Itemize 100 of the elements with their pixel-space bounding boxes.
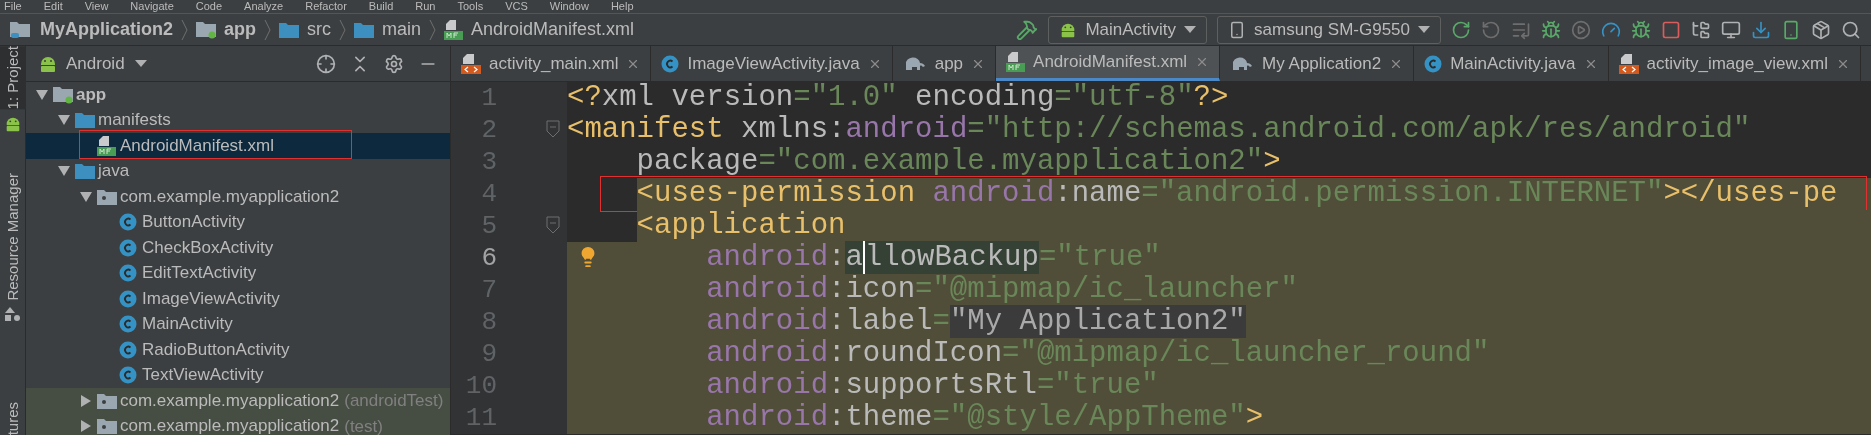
menu-item[interactable]: VCS bbox=[505, 0, 528, 13]
editor-tab[interactable]: activity_image_view.xml bbox=[1608, 46, 1861, 81]
breadcrumb[interactable]: src bbox=[307, 16, 332, 43]
restart-icon[interactable] bbox=[1481, 19, 1501, 40]
tree-item[interactable]: MainActivity bbox=[26, 311, 450, 337]
folder-icon bbox=[279, 21, 300, 38]
menu-item[interactable]: File bbox=[4, 0, 22, 13]
chevron-icon bbox=[339, 18, 347, 41]
tree-item[interactable]: com.example.myapplication2 (test) bbox=[26, 413, 450, 435]
class-icon bbox=[119, 340, 137, 359]
code-line: android:theme="@style/AppTheme"> bbox=[706, 405, 1264, 431]
class-icon bbox=[119, 238, 137, 257]
tree-item[interactable]: ButtonActivity bbox=[26, 209, 450, 235]
menu-item[interactable]: Navigate bbox=[130, 0, 174, 13]
code-line: android:roundIcon="@mipmap/ic_launcher_round" bbox=[706, 341, 1490, 367]
code-line: android:icon="@mipmap/ic_launcher" bbox=[706, 277, 1298, 303]
module-folder-icon bbox=[53, 85, 73, 104]
module-folder-icon bbox=[196, 20, 216, 39]
tree-item-label: RadioButtonActivity bbox=[142, 339, 290, 360]
tree-item-label: ImageViewActivity bbox=[142, 288, 280, 309]
menu-item[interactable]: Refactor bbox=[305, 0, 347, 13]
tree-item-label: com.example.myapplication2 bbox=[120, 390, 340, 411]
menu-item[interactable]: View bbox=[84, 0, 109, 13]
stop-icon[interactable] bbox=[1661, 19, 1681, 40]
expanded-arrow-icon[interactable] bbox=[58, 114, 70, 127]
editor-tab[interactable]: MainActivity.java bbox=[1414, 46, 1609, 81]
collapsed-arrow-icon[interactable] bbox=[80, 420, 92, 433]
code-line: <?xml version="1.0" encoding="utf-8"?> bbox=[567, 85, 1229, 111]
locate-icon[interactable] bbox=[316, 53, 336, 74]
breadcrumb[interactable]: AndroidManifest.xml bbox=[471, 16, 635, 43]
device-dropdown[interactable]: samsung SM-G9550 bbox=[1217, 15, 1441, 44]
tree-item-label: MainActivity bbox=[142, 314, 233, 335]
editor-tab[interactable]: activity_main.xml bbox=[451, 46, 652, 81]
menu-item[interactable]: Window bbox=[549, 0, 589, 13]
tree-item-suffix: (test) bbox=[344, 415, 383, 435]
breadcrumb[interactable]: MyApplication2 bbox=[40, 16, 173, 43]
tree-item[interactable]: RadioButtonActivity bbox=[26, 337, 450, 363]
chevron-icon bbox=[429, 18, 437, 41]
apply-changes-icon[interactable] bbox=[1451, 19, 1471, 40]
tree-item[interactable]: manifests bbox=[26, 107, 450, 133]
menu-item[interactable]: Analyze bbox=[244, 0, 284, 13]
tool-window-tab[interactable]: 1: Project bbox=[0, 46, 26, 110]
folder-icon bbox=[75, 163, 95, 180]
tree-item-label: manifests bbox=[98, 110, 171, 131]
class-icon bbox=[119, 264, 137, 283]
tree-item[interactable]: CheckBoxActivity bbox=[26, 235, 450, 261]
editor-tab[interactable]: ImageViewActivity.java bbox=[651, 46, 893, 81]
breadcrumb[interactable]: main bbox=[382, 16, 422, 43]
menu-item[interactable]: Edit bbox=[43, 0, 63, 13]
chevron-icon bbox=[264, 18, 272, 41]
xml-file-icon bbox=[461, 53, 481, 74]
tool-window-tab[interactable]: tures bbox=[0, 401, 26, 435]
code-line: package="com.example.myapplication2"> bbox=[636, 149, 1281, 175]
package-icon[interactable] bbox=[1811, 19, 1831, 40]
settings-icon[interactable] bbox=[384, 53, 404, 74]
tree-item[interactable]: EditTextActivity bbox=[26, 260, 450, 286]
tree-item-label: TextViewActivity bbox=[142, 365, 264, 386]
elephant-icon bbox=[1230, 55, 1255, 72]
breadcrumb[interactable]: app bbox=[224, 16, 257, 43]
package-folder-icon bbox=[97, 188, 117, 205]
tree-item-label: java bbox=[98, 161, 130, 182]
expanded-arrow-icon[interactable] bbox=[58, 165, 70, 178]
tree-item[interactable]: AndroidManifest.xml bbox=[26, 133, 450, 159]
expanded-arrow-icon[interactable] bbox=[36, 88, 48, 101]
tool-window-tab[interactable]: Resource Manager bbox=[0, 173, 26, 301]
manifest-file-icon bbox=[97, 135, 116, 156]
expanded-arrow-icon[interactable] bbox=[80, 190, 92, 203]
tree-item[interactable]: com.example.myapplication2 bbox=[26, 184, 450, 210]
tree-item[interactable]: com.example.myapplication2 (androidTest) bbox=[26, 388, 450, 414]
collapsed-arrow-icon[interactable] bbox=[80, 394, 92, 407]
device-icon[interactable] bbox=[1781, 19, 1801, 40]
debug-icon[interactable] bbox=[1541, 19, 1561, 40]
class-icon bbox=[119, 366, 137, 385]
line-number: 6 bbox=[480, 241, 497, 275]
tree-item[interactable]: java bbox=[26, 158, 450, 184]
editor-tab[interactable]: AndroidManifest.xml bbox=[996, 46, 1221, 81]
fold-marker-icon[interactable] bbox=[546, 120, 560, 140]
search-icon[interactable] bbox=[1841, 19, 1861, 40]
menu-item[interactable]: Help bbox=[610, 0, 634, 13]
run-config-dropdown[interactable]: MainActivity bbox=[1048, 15, 1208, 44]
editor-tab[interactable]: My Application2 bbox=[1220, 46, 1415, 81]
manifest-file-icon bbox=[1006, 52, 1026, 72]
menu-item[interactable]: Run bbox=[415, 0, 436, 13]
menu-item[interactable]: Code bbox=[195, 0, 223, 13]
project-view-dropdown[interactable]: Android bbox=[66, 50, 147, 77]
class-icon bbox=[1424, 54, 1443, 73]
tree-item[interactable]: TextViewActivity bbox=[26, 362, 450, 388]
tree-item[interactable]: app bbox=[26, 82, 450, 108]
menu-item[interactable]: Build bbox=[368, 0, 394, 13]
tree-item-label: app bbox=[76, 84, 107, 105]
download-icon[interactable] bbox=[1751, 19, 1771, 40]
package-folder-icon bbox=[97, 418, 117, 435]
tree-item-label: com.example.myapplication2 bbox=[120, 186, 340, 207]
dropdown-caret-icon bbox=[134, 59, 147, 68]
tree-item-suffix: (androidTest) bbox=[344, 390, 444, 412]
fold-marker-icon[interactable] bbox=[546, 216, 560, 236]
chevron-icon bbox=[181, 18, 188, 41]
tree-item[interactable]: ImageViewActivity bbox=[26, 286, 450, 312]
hammer-icon[interactable] bbox=[1016, 18, 1039, 41]
menu-item[interactable]: Tools bbox=[457, 0, 484, 13]
